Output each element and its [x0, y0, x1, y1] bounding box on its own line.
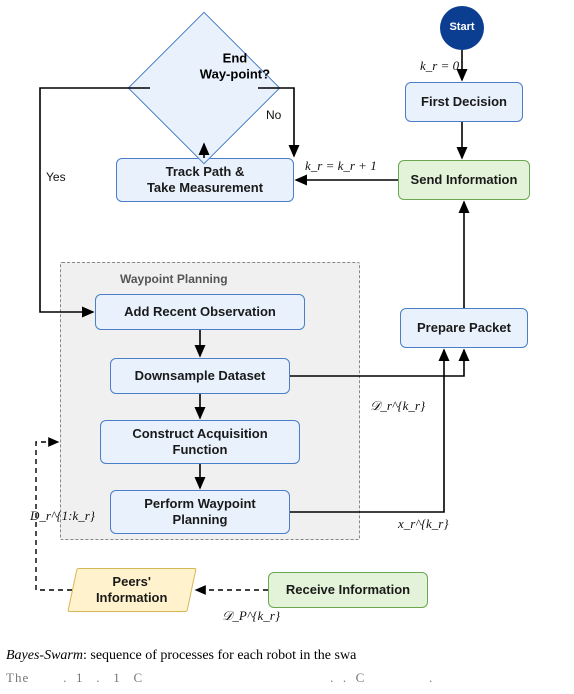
downsample-node: Downsample Dataset [110, 358, 290, 394]
prepare-label: Prepare Packet [417, 320, 511, 336]
downsample-label: Downsample Dataset [135, 368, 266, 384]
send-information-node: Send Information [398, 160, 530, 200]
acquisition-node: Construct Acquisition Function [100, 420, 300, 464]
track-label: Track Path & Take Measurement [147, 164, 263, 197]
prepare-packet-node: Prepare Packet [400, 308, 528, 348]
plan-out-label: x_r^{k_r} [398, 516, 449, 532]
receive-label: Receive Information [286, 582, 410, 598]
start-label: Start [449, 21, 474, 35]
increment-label: k_r = k_r + 1 [305, 158, 377, 174]
add-obs-label: Add Recent Observation [124, 304, 276, 320]
receive-out-label: 𝒟_P^{k_r} [222, 608, 280, 624]
first-decision-label: First Decision [421, 94, 507, 110]
start-node: Start [440, 6, 484, 50]
caption-name: Bayes-Swarm [6, 648, 83, 663]
send-info-label: Send Information [411, 172, 518, 188]
track-path-node: Track Path & Take Measurement [116, 158, 294, 202]
figure-caption-line2: The . 1 . 1 C . . C . [6, 670, 566, 686]
first-decision-node: First Decision [405, 82, 523, 122]
downsample-out-label: 𝒟_r^{k_r} [370, 398, 425, 414]
acq-label: Construct Acquisition Function [132, 426, 267, 459]
waypoint-planning-title: Waypoint Planning [120, 272, 228, 286]
add-observation-node: Add Recent Observation [95, 294, 305, 330]
peers-information-node: Peers' Information [67, 568, 196, 612]
receive-information-node: Receive Information [268, 572, 428, 608]
no-label: No [266, 108, 281, 122]
decision-label: End Way-point? [175, 51, 295, 84]
peers-label: Peers' Information [96, 574, 168, 607]
end-waypoint-decision: End Way-point? [128, 12, 281, 165]
init-label: k_r = 0 [420, 58, 459, 74]
peers-in-label: D_r^{1:k_r} [30, 508, 95, 524]
plan-label: Perform Waypoint Planning [144, 496, 255, 529]
caption-rest: : sequence of processes for each robot i… [83, 648, 356, 663]
figure-caption: Bayes-Swarm: sequence of processes for e… [6, 648, 566, 664]
waypoint-plan-node: Perform Waypoint Planning [110, 490, 290, 534]
yes-label: Yes [46, 170, 66, 184]
